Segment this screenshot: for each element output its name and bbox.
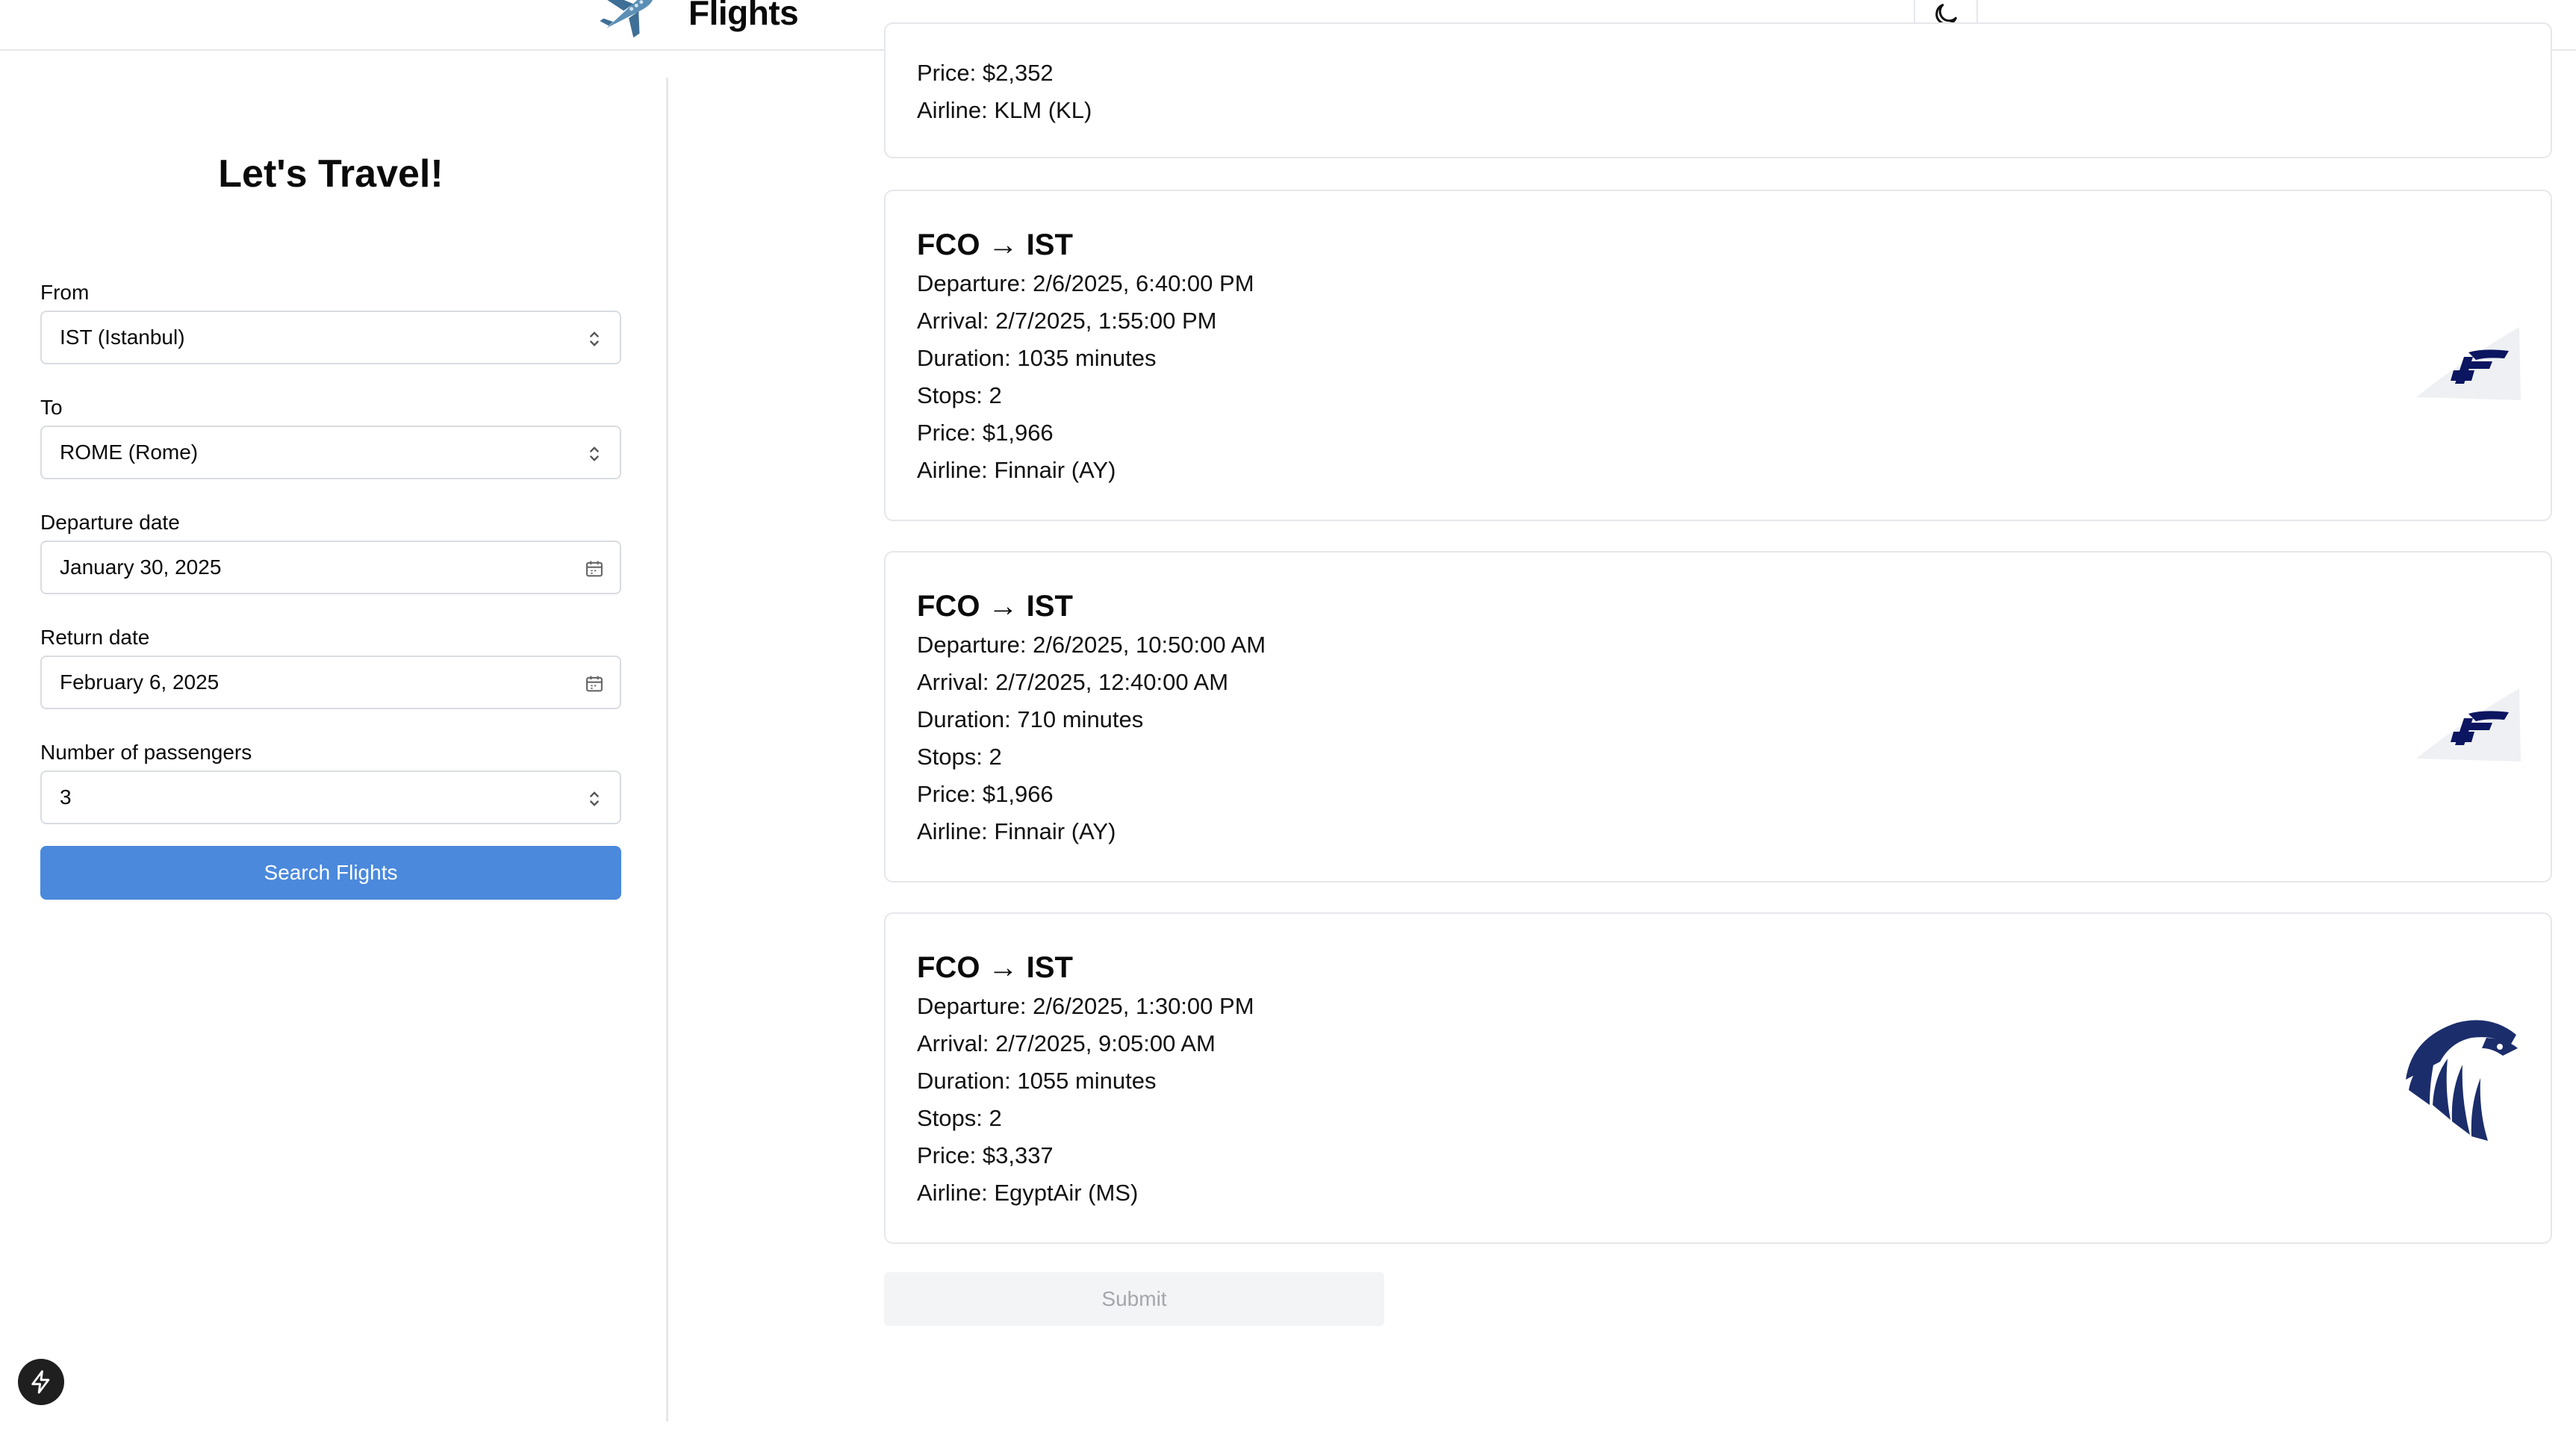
departure-date-value: January 30, 2025 [60,555,222,579]
stepper-icon[interactable] [584,788,605,809]
flight-departure: Departure: 2/6/2025, 10:50:00 AM [917,632,1266,658]
lightning-icon [31,1370,50,1394]
airplane-icon [600,0,653,38]
departure-date-input[interactable]: January 30, 2025 [40,541,621,594]
flight-price: Price: $3,337 [917,1142,1054,1168]
to-select[interactable]: ROME (Rome) [40,426,621,479]
flight-card[interactable]: Price: $2,352 Airline: KLM (KL) [884,22,2552,158]
return-date-input[interactable]: February 6, 2025 [40,656,621,709]
flight-card[interactable]: FCO → IST Departure: 2/6/2025, 10:50:00 … [884,551,2552,882]
flight-airline: Airline: Finnair (AY) [917,818,1116,844]
flight-card[interactable]: FCO → IST Departure: 2/6/2025, 6:40:00 P… [884,190,2552,521]
departure-date-label: Departure date [40,511,180,534]
app-title: Flights [688,0,799,32]
flight-duration: Duration: 1055 minutes [917,1068,1157,1094]
flight-stops: Stops: 2 [917,1105,1002,1131]
flight-card[interactable]: FCO → IST Departure: 2/6/2025, 1:30:00 P… [884,912,2552,1244]
return-date-label: Return date [40,626,150,649]
flight-duration: Duration: 710 minutes [917,706,1144,732]
passengers-input[interactable]: 3 [40,770,621,824]
chevron-updown-icon [590,446,599,461]
submit-button[interactable]: Submit [884,1272,1384,1326]
flight-stops: Stops: 2 [917,382,1002,408]
calendar-icon[interactable] [584,558,605,579]
egyptair-logo [2406,1020,2518,1141]
flight-airline: Airline: Finnair (AY) [917,457,1116,483]
flight-price: Price: $1,966 [917,781,1054,807]
from-label: From [40,281,90,304]
search-flights-button[interactable]: Search Flights [40,846,621,900]
flight-arrival: Arrival: 2/7/2025, 9:05:00 AM [917,1030,1216,1056]
to-value: ROME (Rome) [60,440,199,464]
return-date-value: February 6, 2025 [60,670,220,694]
flight-departure: Departure: 2/6/2025, 1:30:00 PM [917,993,1254,1019]
flight-airline: Airline: EgyptAir (MS) [917,1180,1139,1206]
flight-route: FCO → IST [917,590,1073,623]
flight-stops: Stops: 2 [917,744,1002,770]
from-select[interactable]: IST (Istanbul) [40,311,621,364]
sidebar-divider [666,78,668,1422]
flight-airline: Airline: KLM (KL) [917,97,1092,123]
flight-route: FCO → IST [917,228,1073,261]
to-label: To [40,396,63,419]
flight-price: Price: $2,352 [917,60,1054,86]
dev-tools-button[interactable] [18,1359,64,1405]
flight-departure: Departure: 2/6/2025, 6:40:00 PM [917,270,1254,296]
flight-arrival: Arrival: 2/7/2025, 12:40:00 AM [917,669,1229,695]
flight-route: FCO → IST [917,951,1073,984]
chevron-updown-icon [590,331,599,346]
from-value: IST (Istanbul) [60,326,185,349]
calendar-icon[interactable] [584,673,605,694]
passengers-value: 3 [60,785,72,809]
finnair-logo [2416,327,2521,400]
flight-arrival: Arrival: 2/7/2025, 1:55:00 PM [917,308,1217,334]
flight-duration: Duration: 1035 minutes [917,345,1157,371]
flight-price: Price: $1,966 [917,420,1054,446]
form-title: Let's Travel! [218,152,444,196]
passengers-label: Number of passengers [40,741,252,764]
page: Flights Let's Travel! From IST (Istanbul… [0,0,2576,1429]
finnair-logo [2416,688,2521,762]
